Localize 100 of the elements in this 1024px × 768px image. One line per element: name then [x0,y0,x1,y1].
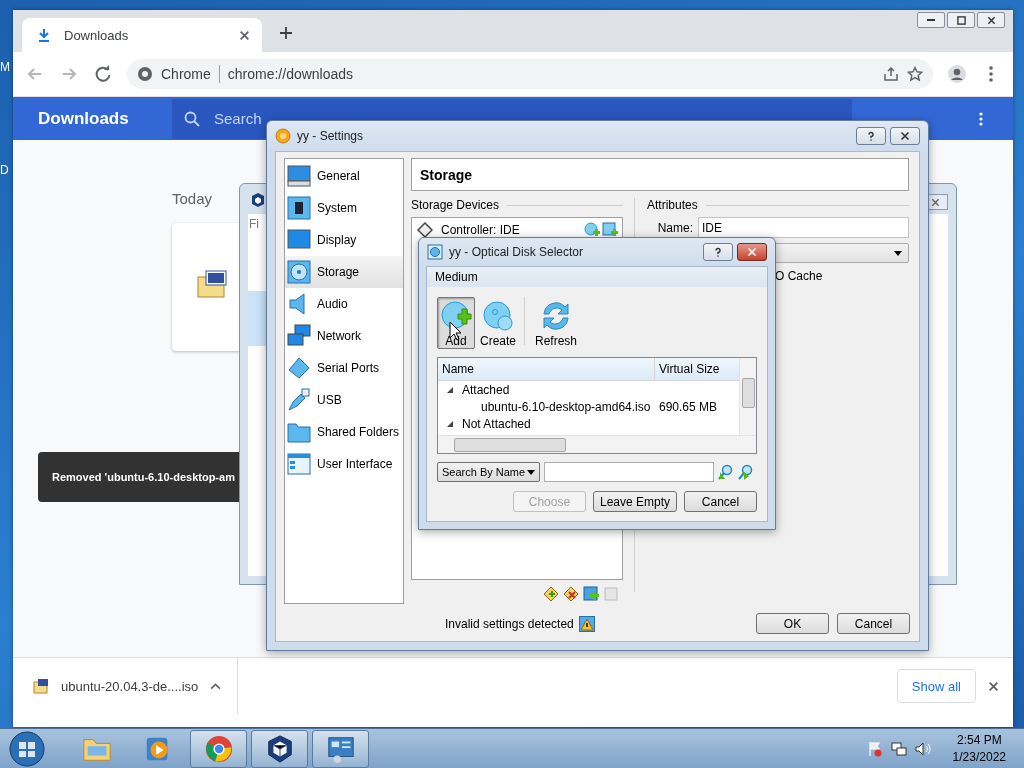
search-mode-dropdown[interactable]: Search By Name [437,462,540,482]
group-row-label[interactable]: Attached [462,382,510,397]
checkbox-label[interactable]: O Cache [775,269,823,283]
menu-item[interactable]: Medium [435,270,478,284]
cross-diamond-icon[interactable] [563,586,579,602]
flag-icon[interactable] [866,740,883,757]
profile-icon[interactable] [947,64,967,84]
horizontal-scrollbar[interactable] [438,435,756,453]
gear-icon [275,128,291,144]
collapse-triangle-icon[interactable] [446,419,454,428]
dialog-button[interactable]: Cancel [837,613,910,634]
search-field[interactable]: Search [214,110,414,127]
controller-label[interactable]: Controller: IDE [441,223,520,237]
address-bar[interactable]: Chrome chrome://downloads [127,59,933,89]
category-label: Display [317,233,357,247]
help-button[interactable] [703,243,733,261]
vertical-scrollbar[interactable] [739,358,756,436]
star-icon[interactable] [907,66,923,82]
settings-category[interactable]: Network [285,320,403,352]
maximize-button[interactable] [947,12,975,28]
settings-category[interactable]: Storage [285,256,403,288]
settings-category[interactable]: Display [285,224,403,256]
show-all-button[interactable]: Show all [896,669,976,703]
category-label: Audio [317,297,348,311]
status-message: Invalid settings detected [445,616,574,631]
category-label: Storage [317,265,360,279]
minimize-button[interactable] [917,12,945,28]
disc-add-icon[interactable] [584,222,600,238]
settings-category[interactable]: Shared Folders [285,416,403,448]
disk-add-icon[interactable] [602,222,618,238]
dialog-button[interactable]: Leave Empty [592,491,677,512]
toolbar-button[interactable]: Add [437,297,475,349]
column-header[interactable]: Name [438,358,655,380]
connector-icon [287,356,311,380]
category-label: General [317,169,360,183]
reload-icon[interactable] [93,64,113,84]
network-icon [287,324,311,348]
question-mark-icon [866,131,876,141]
help-button[interactable] [856,127,886,145]
caret-icon [894,250,902,256]
settings-category[interactable]: General [285,160,403,192]
category-label: USB [317,393,342,407]
maximize-icon [956,15,966,25]
close-icon [747,247,757,257]
category-label: Serial Ports [317,361,380,375]
close-button[interactable] [737,243,767,261]
column-header[interactable]: Virtual Size [655,358,720,380]
cube-icon [250,192,266,208]
table-cell[interactable]: ubuntu-6.10-desktop-amd64.iso [438,399,655,414]
caret-icon [527,469,535,475]
plus-diamond-icon[interactable] [543,586,559,602]
network-icon[interactable] [890,740,907,757]
close-button[interactable] [977,12,1005,28]
disk-add-icon[interactable] [583,586,599,602]
disc-image-file-icon [33,678,49,694]
dialog-button[interactable]: OK [756,613,829,634]
settings-category[interactable]: System [285,192,403,224]
search-next-icon[interactable] [738,464,754,480]
volume-icon[interactable] [914,740,931,757]
collapse-triangle-icon[interactable] [446,385,454,394]
settings-category[interactable]: USB [285,384,403,416]
download-icon [36,27,52,43]
chip-icon [287,196,311,220]
plus-icon[interactable] [278,25,294,41]
warning-icon[interactable] [578,615,595,632]
close-button[interactable] [890,127,920,145]
usb-plug-icon [287,388,311,412]
clock-time[interactable]: 2:54 PM [956,731,1002,749]
toolbar-button[interactable]: Create [479,297,517,349]
desktop-icon-label[interactable]: M [0,60,12,74]
browser-tab[interactable]: Downloads [22,18,262,52]
close-icon [930,197,940,207]
monitor-icon [287,228,311,252]
chevron-up-icon[interactable] [210,680,222,692]
browser-logo-icon [203,733,234,764]
desktop-icon-label[interactable]: D [0,163,12,177]
minimize-icon [927,19,935,21]
window-icon [287,452,311,476]
name-field[interactable]: IDE [698,217,909,238]
category-label: Shared Folders [317,425,400,439]
share-icon[interactable] [883,66,899,82]
group-label: Attributes [647,198,698,212]
settings-category[interactable]: Audio [285,288,403,320]
taskbar-app-button[interactable] [251,729,308,768]
dialog-button[interactable]: Cancel [684,491,757,512]
disk-drive-icon [287,260,311,284]
settings-category[interactable]: Serial Ports [285,352,403,384]
group-row-label[interactable]: Not Attached [462,416,531,431]
menu-item[interactable]: Fi [249,217,259,231]
search-previous-icon[interactable] [718,464,734,480]
close-icon [986,15,996,25]
category-label: User Interface [317,457,393,471]
start-button[interactable] [8,729,46,768]
search-field[interactable] [544,462,714,482]
section-title: Storage [411,158,909,191]
clock-date[interactable]: 1/23/2022 [952,748,1006,766]
toolbar-button[interactable]: Refresh [532,297,580,349]
tab-title: Downloads [64,27,130,43]
browser-logo-icon [137,66,153,82]
download-file-name[interactable]: ubuntu-20.04.3-de....iso [61,678,199,694]
